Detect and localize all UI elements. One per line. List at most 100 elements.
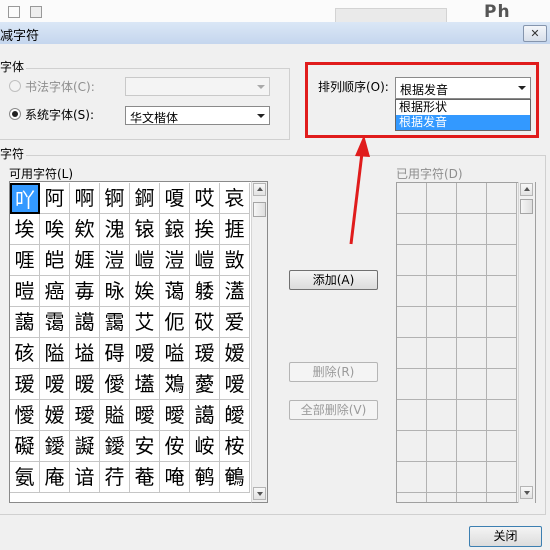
- used-char-cell[interactable]: [427, 462, 457, 493]
- char-cell[interactable]: 溰: [160, 245, 190, 276]
- used-char-cell[interactable]: [457, 276, 487, 307]
- char-cell[interactable]: 啀: [10, 245, 40, 276]
- char-cell[interactable]: 曖: [130, 400, 160, 431]
- used-chars-grid[interactable]: [396, 182, 536, 503]
- used-char-cell[interactable]: [427, 183, 457, 214]
- char-cell[interactable]: 隘: [40, 338, 70, 369]
- used-char-cell[interactable]: [487, 245, 517, 276]
- char-cell[interactable]: 鵪: [220, 462, 250, 493]
- used-char-cell[interactable]: [487, 183, 517, 214]
- char-cell[interactable]: 谙: [70, 462, 100, 493]
- char-cell[interactable]: 溰: [100, 245, 130, 276]
- char-cell[interactable]: 碍: [100, 338, 130, 369]
- used-char-cell[interactable]: [487, 431, 517, 462]
- scroll-up-button[interactable]: [520, 183, 533, 196]
- used-char-cell[interactable]: [397, 369, 427, 400]
- used-char-cell[interactable]: [457, 183, 487, 214]
- used-char-cell[interactable]: [457, 400, 487, 431]
- used-char-cell[interactable]: [457, 493, 487, 502]
- used-char-cell[interactable]: [457, 307, 487, 338]
- char-cell[interactable]: 蔼: [160, 276, 190, 307]
- used-char-cell[interactable]: [487, 276, 517, 307]
- used-char-cell[interactable]: [427, 245, 457, 276]
- used-char-cell[interactable]: [487, 307, 517, 338]
- used-chars-scrollbar[interactable]: [518, 182, 535, 503]
- available-chars-scrollbar[interactable]: [251, 181, 268, 503]
- char-cell[interactable]: 安: [130, 431, 160, 462]
- char-cell[interactable]: 菴: [130, 462, 160, 493]
- char-cell[interactable]: 礙: [10, 431, 40, 462]
- delete-button[interactable]: 删除(R): [289, 362, 378, 382]
- used-char-cell[interactable]: [397, 276, 427, 307]
- used-char-cell[interactable]: [397, 307, 427, 338]
- char-cell[interactable]: 捱: [220, 214, 250, 245]
- char-cell[interactable]: 賹: [100, 400, 130, 431]
- char-cell[interactable]: 锿: [130, 214, 160, 245]
- char-cell[interactable]: 譪: [190, 400, 220, 431]
- char-cell[interactable]: 暟: [10, 276, 40, 307]
- used-char-cell[interactable]: [427, 307, 457, 338]
- used-char-cell[interactable]: [427, 400, 457, 431]
- used-char-cell[interactable]: [457, 214, 487, 245]
- char-cell[interactable]: 庵: [40, 462, 70, 493]
- scroll-down-button[interactable]: [520, 486, 533, 499]
- char-cell[interactable]: 暧: [70, 369, 100, 400]
- char-cell[interactable]: 桉: [220, 431, 250, 462]
- char-cell[interactable]: 唵: [160, 462, 190, 493]
- char-cell[interactable]: 嫒: [220, 338, 250, 369]
- used-char-cell[interactable]: [487, 462, 517, 493]
- used-char-cell[interactable]: [397, 245, 427, 276]
- char-cell[interactable]: 敳: [220, 245, 250, 276]
- char-cell[interactable]: 伌: [160, 307, 190, 338]
- char-cell[interactable]: 鹌: [190, 462, 220, 493]
- char-cell[interactable]: 僾: [100, 369, 130, 400]
- char-cell[interactable]: 硋: [10, 338, 40, 369]
- used-char-cell[interactable]: [397, 431, 427, 462]
- calligraphy-font-select[interactable]: [125, 77, 270, 96]
- system-font-select[interactable]: 华文楷体: [125, 106, 270, 125]
- char-cell[interactable]: 哀: [220, 183, 250, 214]
- char-cell[interactable]: 霭: [40, 307, 70, 338]
- used-char-cell[interactable]: [427, 338, 457, 369]
- char-cell[interactable]: 譺: [70, 431, 100, 462]
- char-cell[interactable]: 埃: [10, 214, 40, 245]
- used-char-cell[interactable]: [457, 369, 487, 400]
- used-char-cell[interactable]: [397, 462, 427, 493]
- used-char-cell[interactable]: [457, 431, 487, 462]
- char-cell[interactable]: 瑷: [10, 369, 40, 400]
- used-char-cell[interactable]: [397, 183, 427, 214]
- char-cell[interactable]: 啊: [70, 183, 100, 214]
- char-cell[interactable]: 欸: [70, 214, 100, 245]
- char-cell[interactable]: 皑: [40, 245, 70, 276]
- used-char-cell[interactable]: [487, 400, 517, 431]
- char-cell[interactable]: 峖: [190, 431, 220, 462]
- used-char-cell[interactable]: [457, 338, 487, 369]
- system-font-radio[interactable]: [9, 108, 21, 120]
- char-cell[interactable]: 薆: [190, 369, 220, 400]
- char-cell[interactable]: 锕: [100, 183, 130, 214]
- used-char-cell[interactable]: [457, 462, 487, 493]
- char-cell[interactable]: 娾: [70, 245, 100, 276]
- char-cell[interactable]: 爱: [220, 307, 250, 338]
- scroll-thumb[interactable]: [520, 199, 533, 214]
- char-cell[interactable]: 錒: [130, 183, 160, 214]
- char-cell[interactable]: 侒: [160, 431, 190, 462]
- char-cell[interactable]: 嗄: [160, 183, 190, 214]
- used-char-cell[interactable]: [397, 338, 427, 369]
- scroll-thumb[interactable]: [253, 202, 266, 217]
- char-cell[interactable]: 嗳: [130, 338, 160, 369]
- char-cell[interactable]: 嗳: [220, 369, 250, 400]
- delete-all-button[interactable]: 全部删除(V): [289, 400, 378, 420]
- used-char-cell[interactable]: [427, 431, 457, 462]
- char-cell[interactable]: 阿: [40, 183, 70, 214]
- char-cell[interactable]: 曖: [160, 400, 190, 431]
- char-cell[interactable]: 壒: [130, 369, 160, 400]
- char-cell[interactable]: 溾: [100, 214, 130, 245]
- char-cell[interactable]: 鎄: [160, 214, 190, 245]
- char-cell[interactable]: 濭: [220, 276, 250, 307]
- char-cell[interactable]: 懓: [10, 400, 40, 431]
- close-button[interactable]: 关闭: [469, 526, 542, 547]
- char-cell[interactable]: 嗌: [160, 338, 190, 369]
- scroll-up-button[interactable]: [253, 183, 266, 196]
- char-cell[interactable]: 瑷: [190, 338, 220, 369]
